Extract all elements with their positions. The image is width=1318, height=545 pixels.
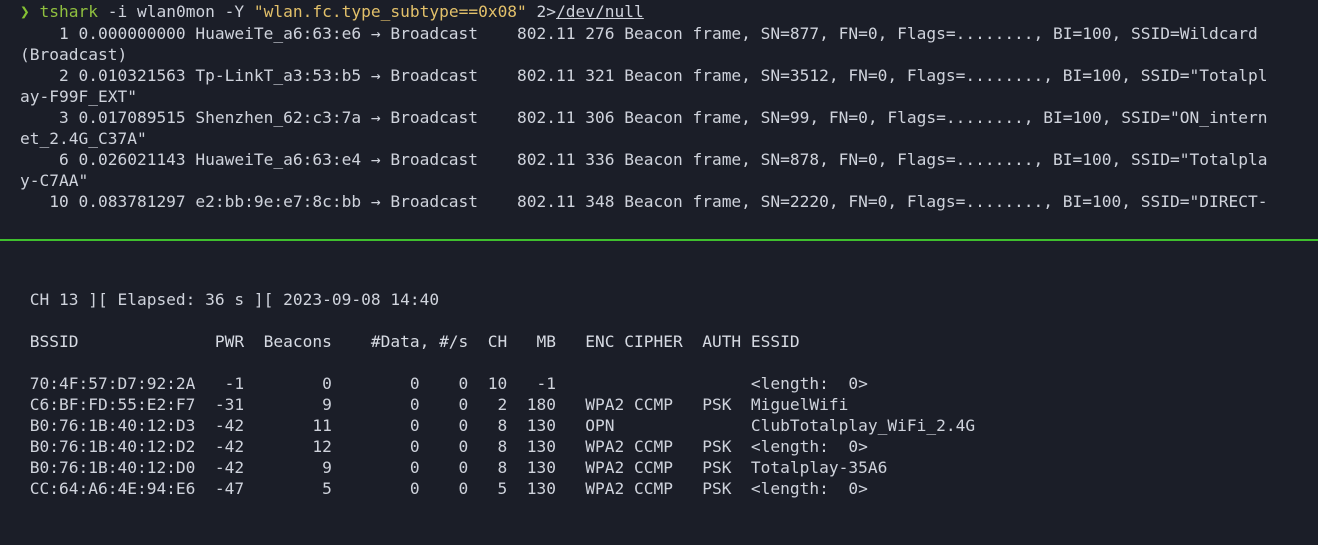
- table-row: B0:76:1B:40:12:D2 -42 12 0 0 8 130 WPA2 …: [20, 437, 868, 456]
- output-line: et_2.4G_C37A": [20, 129, 147, 148]
- output-line: (Broadcast): [20, 45, 128, 64]
- command-args: -i wlan0mon -Y: [97, 2, 254, 21]
- devnull-path: /dev/null: [556, 2, 644, 21]
- output-line: 10 0.083781297 e2:bb:9e:e7:8c:bb → Broad…: [20, 192, 1268, 211]
- output-line: ay-F99F_EXT": [20, 87, 137, 106]
- table-row: B0:76:1B:40:12:D0 -42 9 0 0 8 130 WPA2 C…: [20, 458, 888, 477]
- table-header: BSSID PWR Beacons #Data, #/s CH MB ENC C…: [20, 332, 800, 351]
- command-filter: "wlan.fc.type_subtype==0x08": [253, 2, 527, 21]
- output-line: 3 0.017089515 Shenzhen_62:c3:7a → Broadc…: [20, 108, 1268, 127]
- tshark-pane[interactable]: ❯ tshark -i wlan0mon -Y "wlan.fc.type_su…: [0, 0, 1318, 239]
- output-line: 1 0.000000000 HuaweiTe_a6:63:e6 → Broadc…: [20, 24, 1258, 43]
- airodump-pane[interactable]: CH 13 ][ Elapsed: 36 s ][ 2023-09-08 14:…: [0, 241, 1318, 545]
- prompt-icon: ❯: [20, 2, 30, 21]
- output-line: y-C7AA": [20, 171, 89, 190]
- table-row: B0:76:1B:40:12:D3 -42 11 0 0 8 130 OPN C…: [20, 416, 976, 435]
- output-line: 6 0.026021143 HuaweiTe_a6:63:e4 → Broadc…: [20, 150, 1268, 169]
- table-row: 70:4F:57:D7:92:2A -1 0 0 0 10 -1 <length…: [20, 374, 868, 393]
- output-line: 2 0.010321563 Tp-LinkT_a3:53:b5 → Broadc…: [20, 66, 1268, 85]
- command-redirect: 2>: [526, 2, 557, 21]
- command-line: ❯ tshark -i wlan0mon -Y "wlan.fc.type_su…: [20, 1, 644, 22]
- command-name: tshark: [39, 2, 98, 21]
- status-line: CH 13 ][ Elapsed: 36 s ][ 2023-09-08 14:…: [20, 290, 440, 309]
- table-row: C6:BF:FD:55:E2:F7 -31 9 0 0 2 180 WPA2 C…: [20, 395, 849, 414]
- table-row: CC:64:A6:4E:94:E6 -47 5 0 0 5 130 WPA2 C…: [20, 479, 868, 498]
